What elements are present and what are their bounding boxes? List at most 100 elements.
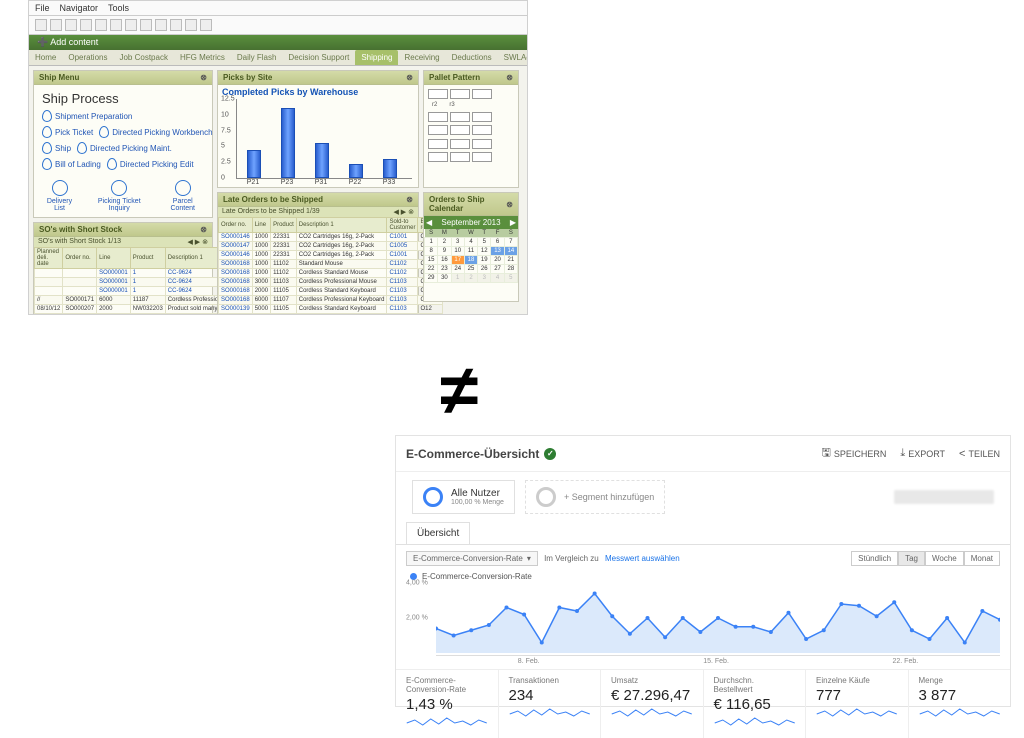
delivery-list-button[interactable]: Delivery List	[42, 180, 77, 212]
ship-item[interactable]: Pick Ticket	[42, 126, 93, 138]
close-icon[interactable]: ⊗	[200, 225, 207, 234]
prev-month-icon[interactable]: ◀	[426, 218, 432, 227]
range-woche[interactable]: Woche	[925, 551, 964, 566]
segment-all-users[interactable]: Alle Nutzer100,00 % Menge	[412, 480, 515, 514]
pallet-label: r3	[449, 102, 454, 108]
toolbar-icon[interactable]	[200, 19, 212, 31]
panel-title: Picks by Site	[223, 73, 272, 82]
metric-label: Durchschn. Bestellwert	[714, 676, 796, 694]
x-tick: 15. Feb.	[703, 658, 729, 665]
panel-subheader: SO's with Short Stock 1/13	[38, 238, 121, 246]
metric-value: 1,43 %	[406, 696, 488, 713]
next-month-icon[interactable]: ▶	[510, 218, 516, 227]
pin-icon	[107, 158, 117, 170]
tab-hfg-metrics[interactable]: HFG Metrics	[174, 50, 231, 65]
segment-ring-icon	[423, 487, 443, 507]
tab-shipping[interactable]: Shipping	[355, 50, 398, 65]
segment-add[interactable]: + Segment hinzufügen	[525, 480, 665, 514]
picking-ticket-button[interactable]: Picking Ticket Inquiry	[89, 180, 149, 212]
metric-card: Durchschn. Bestellwert€ 116,65	[703, 670, 806, 738]
ship-item[interactable]: Shipment Preparation	[42, 110, 132, 122]
short-stock-panel: SO's with Short Stock⊗ SO's with Short S…	[33, 222, 213, 315]
calendar-month: September 2013	[441, 218, 500, 227]
tab-daily-flash[interactable]: Daily Flash	[231, 50, 283, 65]
range-stündlich[interactable]: Stündlich	[851, 551, 898, 566]
orders-calendar-panel: Orders to Ship Calendar⊗ ◀September 2013…	[423, 192, 519, 302]
x-label: P21	[247, 179, 259, 186]
tab-decision-support[interactable]: Decision Support	[282, 50, 355, 65]
ship-item[interactable]: Ship	[42, 142, 71, 154]
close-icon[interactable]: ⊗	[506, 73, 513, 82]
ship-item[interactable]: Directed Picking Workbench	[99, 126, 212, 138]
save-button[interactable]: 🖫SPEICHERN	[821, 444, 886, 463]
metric-value: 3 877	[919, 687, 1001, 704]
parcel-content-button[interactable]: Parcel Content	[161, 180, 204, 212]
menu-tools[interactable]: Tools	[108, 3, 129, 13]
compare-link[interactable]: Messwert auswählen	[605, 554, 680, 563]
metric-label: Transaktionen	[509, 676, 591, 685]
chart-title: Completed Picks by Warehouse	[218, 85, 418, 97]
x-label: P33	[383, 179, 395, 186]
toolbar-icon[interactable]	[110, 19, 122, 31]
tab-strip: HomeOperationsJob CostpackHFG MetricsDai…	[29, 50, 527, 66]
toolbar-icon[interactable]	[140, 19, 152, 31]
pin-icon	[77, 142, 87, 154]
tab-operations[interactable]: Operations	[62, 50, 113, 65]
metric-card: Umsatz€ 27.296,47	[600, 670, 703, 738]
menu-file[interactable]: File	[35, 3, 50, 13]
close-icon[interactable]: ⊗	[506, 200, 513, 209]
export-button[interactable]: ⤓EXPORT	[900, 444, 945, 463]
pallet-row	[428, 139, 514, 149]
bar-chart-xaxis: P21P23P31P22P33	[236, 179, 418, 191]
menu-navigator[interactable]: Navigator	[60, 3, 99, 13]
add-content-bar[interactable]: ➕ Add content	[29, 35, 527, 50]
metric-value: 234	[509, 687, 591, 704]
ship-menu-panel: Ship Menu⊗ Ship Process Shipment Prepara…	[33, 70, 213, 218]
ship-item[interactable]: Directed Picking Maint.	[77, 142, 172, 154]
tab-overview[interactable]: Übersicht	[406, 522, 470, 544]
toolbar-icon[interactable]	[125, 19, 137, 31]
toolbar-icon[interactable]	[95, 19, 107, 31]
metric-label: Einzelne Käufe	[816, 676, 898, 685]
tab-deductions[interactable]: Deductions	[446, 50, 498, 65]
metric-select[interactable]: E-Commerce-Conversion-Rate ▾	[406, 551, 538, 566]
ship-item[interactable]: Directed Picking Edit	[107, 158, 194, 170]
pallet-row	[428, 89, 514, 99]
y-tick: 2,00 %	[406, 615, 428, 622]
ship-item[interactable]: Bill of Lading	[42, 158, 101, 170]
tab-home[interactable]: Home	[29, 50, 62, 65]
toolbar-icon[interactable]	[65, 19, 77, 31]
toolbar-icon[interactable]	[35, 19, 47, 31]
toolbar-icon[interactable]	[170, 19, 182, 31]
tab-receiving[interactable]: Receiving	[398, 50, 445, 65]
close-icon[interactable]: ⊗	[406, 73, 413, 82]
pager-icons[interactable]: ◀ ▶ ⊗	[187, 238, 208, 246]
calendar-grid[interactable]: SMTWTFS123456789101112131415161718192021…	[424, 229, 518, 283]
bar	[383, 159, 397, 178]
toolbar-icon[interactable]	[50, 19, 62, 31]
range-monat[interactable]: Monat	[964, 551, 1000, 566]
pager-icons[interactable]: ◀ ▶ ⊗	[393, 208, 414, 216]
analytics-panel: E-Commerce-Übersicht✓ 🖫SPEICHERN ⤓EXPORT…	[395, 435, 1011, 707]
share-button[interactable]: <TEILEN	[959, 444, 1000, 463]
close-icon[interactable]: ⊗	[200, 73, 207, 82]
range-tag[interactable]: Tag	[898, 551, 925, 566]
page-title: E-Commerce-Übersicht✓	[406, 447, 556, 461]
toolbar-icon[interactable]	[185, 19, 197, 31]
y-tick: 4,00 %	[406, 580, 428, 587]
bar	[281, 108, 295, 178]
late-orders-panel: Late Orders to be Shipped⊗ Late Orders t…	[217, 192, 419, 315]
bar	[247, 150, 261, 178]
pallet-row	[428, 112, 514, 122]
toolbar-icon[interactable]	[155, 19, 167, 31]
pallet-label: r2	[432, 102, 437, 108]
circle-icon	[175, 180, 191, 196]
metrics-row: E-Commerce-Conversion-Rate1,43 %Transakt…	[396, 669, 1010, 738]
menubar: File Navigator Tools	[29, 1, 527, 16]
verified-icon: ✓	[544, 448, 556, 460]
date-range-blurred[interactable]	[894, 490, 994, 504]
toolbar-icon[interactable]	[80, 19, 92, 31]
close-icon[interactable]: ⊗	[406, 195, 413, 204]
tab-job-costpack[interactable]: Job Costpack	[113, 50, 173, 65]
tab-swlaccrate[interactable]: SWLAccRate	[498, 50, 528, 65]
